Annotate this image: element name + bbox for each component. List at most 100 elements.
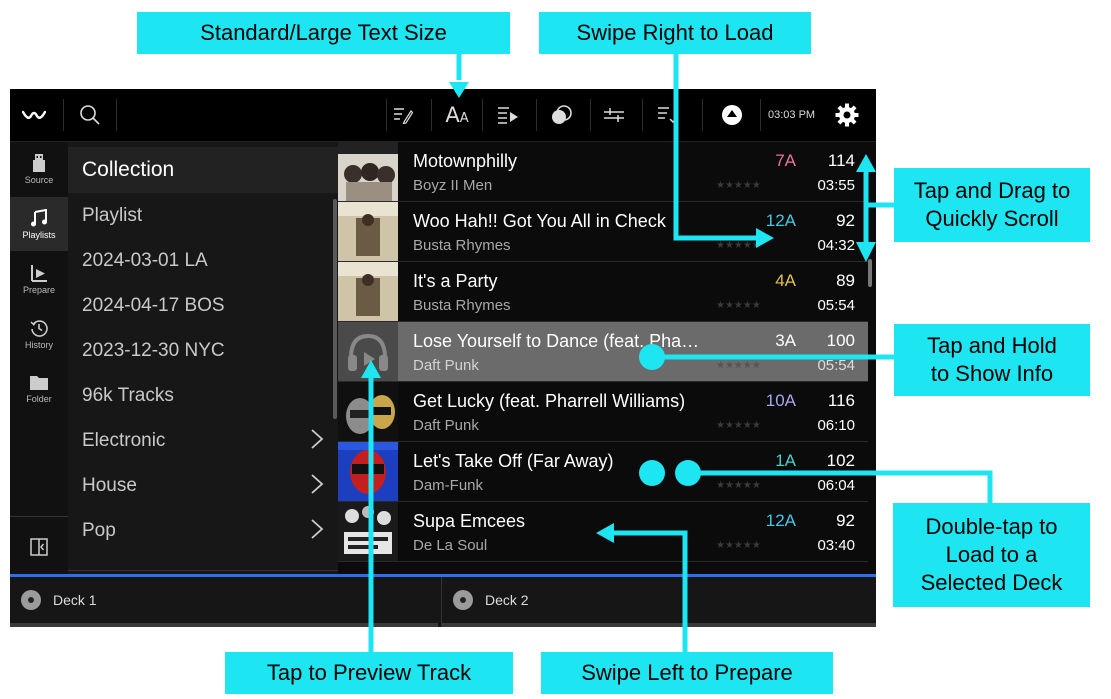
album-art[interactable] [338, 502, 398, 561]
track-bpm: 89 [836, 271, 855, 290]
sort-list-icon[interactable] [650, 89, 684, 141]
track-title: Lose Yourself to Dance (feat. Pha… [413, 331, 700, 351]
crate-item[interactable]: Electronic [68, 419, 338, 463]
usb-icon [33, 153, 45, 172]
track-row[interactable]: Motownphilly Boyz II Men ★★★★★ 7A 114 03… [338, 142, 868, 202]
edit-list-icon[interactable] [388, 89, 418, 141]
crate-item[interactable]: House [68, 464, 338, 508]
track-artist: De La Soul [413, 537, 488, 554]
top-bar: AA 03:03 PM [10, 89, 876, 142]
rating-stars[interactable]: ★★★★★ [716, 360, 761, 371]
engine-logo-icon[interactable] [10, 89, 58, 141]
sidebar-item-label: History [24, 339, 53, 350]
crate-item-collection[interactable]: Collection [68, 147, 338, 193]
track-length: 06:04 [817, 477, 855, 494]
track-title: Woo Hah!! Got You All in Check [413, 211, 666, 231]
track-row[interactable]: Get Lucky (feat. Pharrell Williams) Daft… [338, 382, 868, 442]
crate-item[interactable]: Playlist [68, 194, 338, 238]
deck-label: Deck 2 [485, 592, 529, 608]
sidebar-item-label: Prepare [22, 284, 56, 295]
track-key: 3A [775, 331, 796, 350]
sidebar-item-source[interactable]: Source [10, 142, 68, 196]
gear-icon[interactable] [832, 89, 862, 141]
track-title: Motownphilly [413, 151, 518, 171]
track-bpm: 92 [836, 211, 855, 230]
crate-item[interactable]: Pop [68, 509, 338, 553]
album-art[interactable] [338, 262, 398, 321]
crate-label: 2024-04-17 BOS [82, 295, 225, 316]
track-title: It's a Party [413, 271, 498, 291]
deck-1-button[interactable]: Deck 1 [10, 577, 438, 623]
track-artist: Daft Punk [413, 357, 479, 374]
sidebar-item-history[interactable]: History [10, 307, 68, 361]
chevron-right-icon [310, 518, 324, 546]
track-length: 05:54 [817, 297, 855, 314]
playlist-scrollbar[interactable] [333, 199, 337, 419]
track-key: 7A [775, 151, 796, 170]
deck-label: Deck 1 [53, 592, 97, 608]
callout-tap-hold: Tap and Hold to Show Info [894, 324, 1090, 396]
rating-stars[interactable]: ★★★★★ [716, 480, 761, 491]
eject-icon[interactable] [710, 89, 754, 141]
sidebar-item-prepare[interactable]: Prepare [10, 252, 68, 306]
crate-label: 96k Tracks [82, 385, 174, 406]
folder-icon [30, 375, 48, 390]
track-key: 4A [775, 271, 796, 290]
vinyl-icon [21, 590, 41, 610]
track-artist: Busta Rhymes [413, 237, 511, 254]
sync-circles-icon[interactable] [542, 89, 582, 141]
track-key: 12A [765, 211, 796, 230]
rating-stars[interactable]: ★★★★★ [716, 240, 761, 251]
track-artist: Boyz II Men [413, 177, 493, 194]
track-title: Get Lucky (feat. Pharrell Williams) [413, 391, 686, 411]
sidebar-item-folder[interactable]: Folder [10, 362, 68, 416]
rating-stars[interactable]: ★★★★★ [716, 300, 761, 311]
crate-item[interactable]: 2024-03-01 LA [68, 239, 338, 283]
track-length: 04:32 [817, 237, 855, 254]
crate-label: Collection [82, 158, 175, 181]
track-row[interactable]: It's a Party Busta Rhymes ★★★★★ 4A 89 05… [338, 262, 868, 322]
sidebar-item-label: Playlists [22, 229, 56, 240]
source-sidebar: Source Playlists Prepare History Folder [10, 142, 68, 574]
album-art[interactable] [338, 142, 398, 201]
track-length: 05:54 [817, 357, 855, 374]
crate-label: 2023-12-30 NYC [82, 340, 225, 361]
filter-sliders-icon[interactable] [596, 89, 632, 141]
track-title: Let's Take Off (Far Away) [413, 451, 614, 471]
sidebar-item-label: Source [24, 174, 54, 185]
track-length: 03:40 [817, 537, 855, 554]
album-art[interactable] [338, 382, 398, 441]
crate-item[interactable]: 2023-12-30 NYC [68, 329, 338, 373]
track-list-scrollbar[interactable] [868, 259, 872, 287]
crate-label: 2024-03-01 LA [82, 250, 208, 271]
album-art[interactable] [338, 202, 398, 261]
album-art[interactable] [338, 442, 398, 501]
crate-label: Electronic [82, 430, 166, 451]
text-size-icon[interactable]: AA [438, 89, 476, 141]
track-key: 10A [765, 391, 796, 410]
rating-stars[interactable]: ★★★★★ [716, 420, 761, 431]
track-row[interactable]: Supa Emcees De La Soul ★★★★★ 12A 92 03:4… [338, 502, 868, 562]
track-row[interactable]: Let's Take Off (Far Away) Dam-Funk ★★★★★… [338, 442, 868, 502]
music-note-icon [31, 208, 47, 226]
search-icon[interactable] [72, 89, 108, 141]
track-row-selected[interactable]: Lose Yourself to Dance (feat. Pha… Daft … [338, 322, 868, 382]
rating-stars[interactable]: ★★★★★ [716, 540, 761, 551]
deck-2-button[interactable]: Deck 2 [442, 577, 876, 623]
prepare-icon [31, 264, 47, 282]
collapse-panel-button[interactable] [10, 520, 68, 574]
crate-item[interactable]: 96k Tracks [68, 374, 338, 418]
track-bpm: 102 [826, 451, 855, 470]
sidebar-item-label: Folder [26, 393, 52, 404]
sidebar-item-playlists[interactable]: Playlists [10, 197, 68, 251]
callout-tap-drag: Tap and Drag to Quickly Scroll [894, 168, 1090, 242]
track-list: Motownphilly Boyz II Men ★★★★★ 7A 114 03… [338, 142, 876, 574]
crate-item[interactable]: 2024-04-17 BOS [68, 284, 338, 328]
vinyl-icon [453, 590, 473, 610]
track-row[interactable]: Woo Hah!! Got You All in Check Busta Rhy… [338, 202, 868, 262]
preview-button[interactable] [338, 322, 398, 381]
track-bpm: 92 [836, 511, 855, 530]
track-bpm: 116 [827, 391, 855, 410]
rating-stars[interactable]: ★★★★★ [716, 180, 761, 191]
queue-play-icon[interactable] [490, 89, 526, 141]
